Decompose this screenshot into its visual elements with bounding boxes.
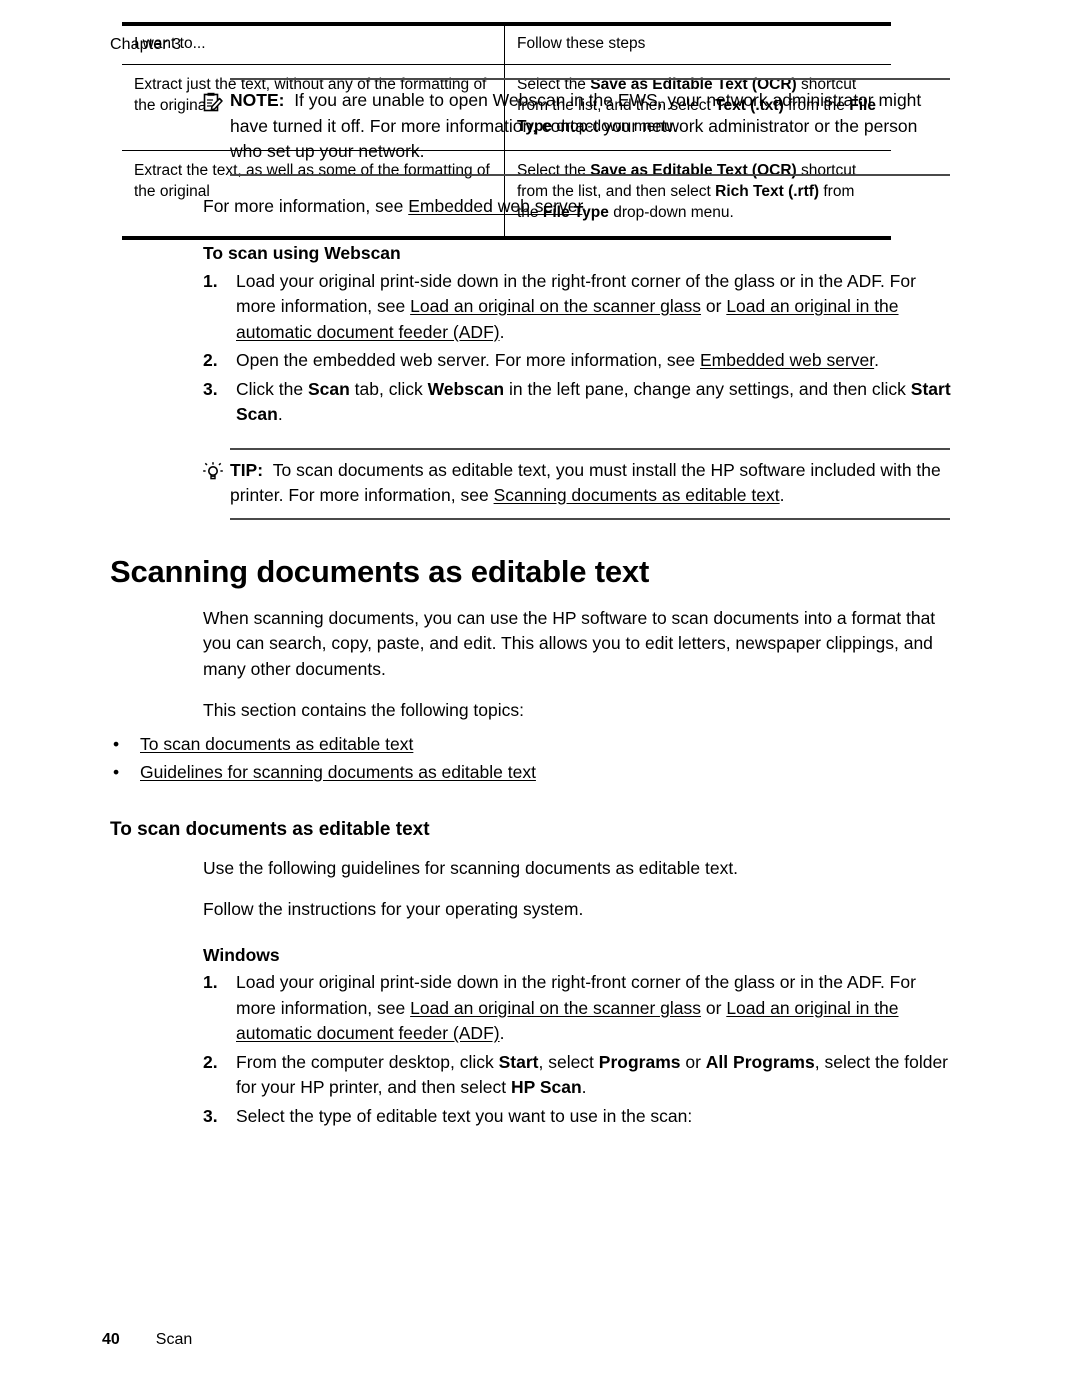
webscan-steps-list: 1. Load your original print-side down in … — [203, 269, 955, 428]
list-item: • Guidelines for scanning documents as ed… — [110, 758, 955, 786]
main-content-column: NOTE: If you are unable to open Webscan i… — [110, 72, 955, 1132]
link-embedded-web-server[interactable]: Embedded web server — [700, 350, 874, 370]
bullet-icon: • — [113, 733, 120, 754]
ui-label-scan-tab: Scan — [307, 378, 350, 399]
after-note-tail: . — [582, 195, 588, 216]
tip-lightbulb-icon — [202, 461, 224, 483]
step-text-a: Select the type of editable text you wan… — [236, 1105, 693, 1126]
link-guidelines-for-scanning-documents[interactable]: Guidelines for scanning documents as edi… — [140, 762, 536, 782]
step-text-e: . — [581, 1077, 587, 1097]
table-header-row: I want to... Follow these steps — [122, 22, 891, 65]
step-text-b: tab, click — [349, 378, 428, 399]
page-footer: 40 Scan — [102, 1331, 192, 1349]
windows-step-3: 3. Select the type of editable text you w… — [203, 1104, 955, 1130]
subsection-paragraph-2: Follow the instructions for your operati… — [203, 899, 584, 919]
document-page: Chapter 3 NOTE: If you are unable to open… — [0, 0, 1080, 1397]
windows-step-2: 2. From the computer desktop, click Start… — [203, 1050, 955, 1101]
step-number: 1. — [203, 270, 218, 291]
ui-label-webscan: Webscan — [427, 378, 505, 399]
webscan-procedure-title: To scan using Webscan — [203, 243, 401, 263]
list-item: • To scan documents as editable text — [110, 730, 955, 758]
step-number: 3. — [203, 1105, 218, 1126]
step-text-a: Click the — [236, 378, 308, 399]
webscan-step-3: 3. Click the Scan tab, click Webscan in t… — [203, 377, 955, 428]
step-text-a: Open the embedded web server. For more i… — [236, 350, 700, 370]
ui-label-hp-scan: HP Scan — [510, 1077, 582, 1097]
subsection-title: To scan documents as editable text — [110, 818, 430, 840]
step-text-b: or — [701, 296, 727, 316]
webscan-step-1: 1. Load your original print-side down in … — [203, 269, 955, 346]
running-head-chapter: Chapter 3 — [110, 36, 182, 53]
tip-admonition: TIP: To scan documents as editable text, … — [203, 447, 950, 520]
footer-section-name: Scan — [155, 1331, 193, 1348]
section-topics-list: • To scan documents as editable text • Gui… — [110, 730, 955, 786]
step-number: 3. — [203, 378, 218, 399]
section-paragraph-1: When scanning documents, you can use the… — [203, 607, 936, 679]
after-note-paragraph: For more information, see Embedded web s… — [203, 194, 955, 220]
step-text-c: in the left pane, change any settings, a… — [504, 378, 911, 399]
step-text-c: or — [680, 1051, 706, 1072]
note-label: NOTE: — [230, 90, 285, 110]
step-text-d: . — [277, 404, 283, 424]
note-admonition: NOTE: If you are unable to open Webscan i… — [203, 78, 950, 176]
tip-text-b: . — [779, 485, 785, 505]
link-scanning-documents-editable-text[interactable]: Scanning documents as editable text — [494, 485, 780, 505]
step-number: 2. — [203, 1051, 218, 1072]
ui-label-start: Start — [498, 1051, 539, 1072]
webscan-step-2: 2. Open the embedded web server. For more… — [203, 348, 955, 374]
table-header-follow-these-steps: Follow these steps — [504, 22, 891, 65]
table-head: I want to... Follow these steps — [122, 22, 891, 65]
ui-label-programs: Programs — [598, 1051, 681, 1072]
link-load-original-scanner-glass[interactable]: Load an original on the scanner glass — [410, 296, 701, 316]
step-text-b: . — [874, 350, 880, 370]
windows-steps-list: 1. Load your original print-side down in … — [203, 970, 955, 1129]
subsection-paragraph-1: Use the following guidelines for scannin… — [203, 857, 739, 878]
step-text-b: or — [701, 997, 727, 1018]
windows-procedure: Windows 1. Load your original print-side … — [203, 943, 955, 1130]
section-paragraph-2: This section contains the following topi… — [203, 700, 524, 720]
step-text-c: . — [499, 1023, 505, 1043]
link-to-scan-documents-as-editable-text[interactable]: To scan documents as editable text — [140, 734, 413, 754]
note-body: NOTE: If you are unable to open Webscan i… — [230, 88, 950, 165]
note-clipboard-pencil-icon — [202, 91, 224, 113]
page-title: Scanning documents as editable text — [110, 553, 650, 589]
note-text: If you are unable to open Webscan in the… — [230, 90, 922, 161]
link-embedded-web-server[interactable]: Embedded web server — [408, 196, 582, 216]
tip-body: TIP: To scan documents as editable text, … — [230, 458, 950, 509]
tip-label: TIP: — [230, 459, 264, 480]
step-text-c: . — [499, 321, 505, 342]
after-note-lead: For more information, see — [203, 195, 409, 216]
bullet-icon: • — [113, 761, 120, 782]
footer-page-number: 40 — [102, 1331, 120, 1348]
ui-label-all-programs: All Programs — [705, 1051, 815, 1072]
step-number: 1. — [203, 972, 218, 992]
step-text-a: From the computer desktop, click — [236, 1051, 499, 1072]
windows-procedure-title: Windows — [203, 944, 280, 965]
webscan-procedure: To scan using Webscan 1. Load your origin… — [203, 241, 955, 428]
link-load-original-scanner-glass[interactable]: Load an original on the scanner glass — [410, 998, 701, 1018]
step-text-b: , select — [538, 1051, 599, 1072]
step-number: 2. — [203, 350, 218, 370]
windows-step-1: 1. Load your original print-side down in … — [203, 970, 955, 1047]
